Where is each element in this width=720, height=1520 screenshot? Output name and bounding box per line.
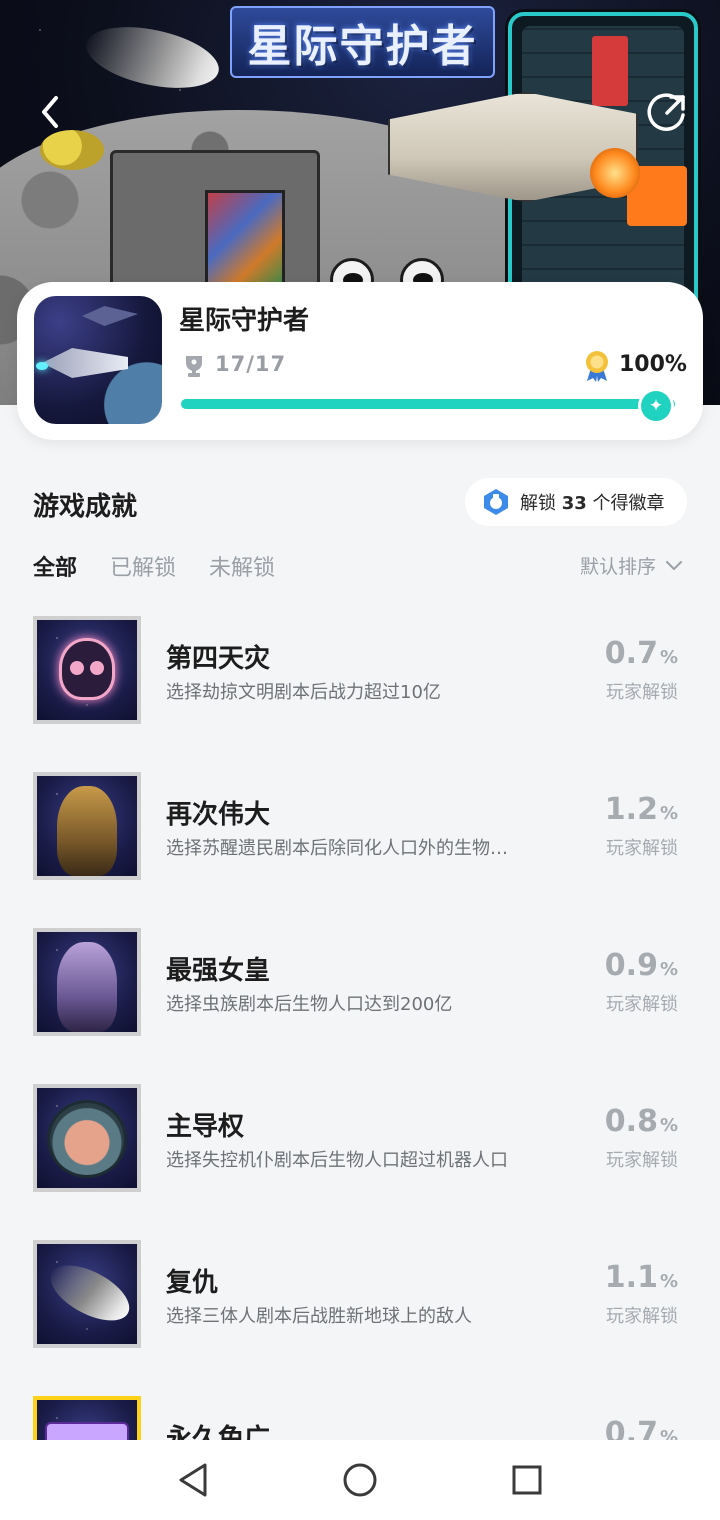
trophy-count: 17/17	[215, 352, 287, 376]
game-summary-card: 星际守护者 17/17 100% ✦	[17, 282, 703, 440]
tab-locked[interactable]: 未解锁	[209, 550, 275, 582]
sort-label: 默认排序	[580, 556, 657, 578]
badge-count: 33	[561, 493, 587, 514]
alien-queen-icon	[57, 942, 117, 1032]
achievement-title: 复仇	[166, 1268, 219, 1298]
achievement-list: 第四天灾 选择劫掠文明剧本后战力超过10亿 0.7% 玩家解锁 再次伟大 选择苏…	[0, 600, 720, 1440]
engine-glow	[590, 148, 640, 198]
medal-icon	[586, 351, 608, 382]
nav-home-button[interactable]	[335, 1455, 385, 1505]
square-recents-icon	[512, 1465, 542, 1495]
chevron-down-icon	[666, 560, 683, 570]
trophy-icon	[186, 356, 202, 377]
achievement-title: 永久免广	[166, 1424, 271, 1440]
alien-gold-icon	[57, 786, 117, 876]
chevron-left-icon	[42, 96, 58, 128]
helmet-brain-icon	[47, 1100, 127, 1178]
share-icon	[647, 93, 685, 131]
sparkle-icon: ✦	[641, 391, 671, 421]
achievement-title: 再次伟大	[166, 800, 271, 830]
progress-fill	[181, 399, 675, 409]
achievement-row[interactable]: 第四天灾 选择劫掠文明剧本后战力超过10亿 0.7% 玩家解锁	[0, 600, 720, 756]
achievement-thumb	[33, 1084, 141, 1192]
comet-icon	[42, 1254, 137, 1332]
achievement-desc: 选择劫掠文明剧本后战力超过10亿	[166, 682, 441, 703]
achievement-thumb	[33, 928, 141, 1036]
achievement-desc: 选择苏醒遗民剧本后除同化人口外的生物…	[166, 838, 508, 859]
achievement-thumb	[33, 1240, 141, 1348]
triangle-back-icon	[179, 1463, 207, 1497]
tab-all[interactable]: 全部	[33, 550, 77, 582]
game-icon[interactable]	[34, 296, 162, 424]
badge-unlock-pill[interactable]: 解锁 33 个得徽章	[465, 478, 687, 526]
achievement-row[interactable]: 最强女皇 选择虫族剧本后生物人口达到200亿 0.9% 玩家解锁	[0, 912, 720, 1068]
achievement-desc: 选择三体人剧本后战胜新地球上的敌人	[166, 1306, 472, 1327]
skull-icon	[59, 638, 115, 700]
achievement-desc: 选择失控机仆剧本后生物人口超过机器人口	[166, 1150, 508, 1171]
achievement-title: 最强女皇	[166, 956, 271, 986]
unlock-label: 玩家解锁	[606, 838, 678, 859]
mascot-illustration	[40, 130, 104, 170]
circle-home-icon	[343, 1463, 377, 1497]
achievement-row[interactable]: 主导权 选择失控机仆剧本后生物人口超过机器人口 0.8% 玩家解锁	[0, 1068, 720, 1224]
nav-back-button[interactable]	[168, 1455, 218, 1505]
banner-logo: 星际守护者	[230, 6, 495, 78]
badge-hex-icon	[484, 489, 508, 515]
achievement-row[interactable]: 再次伟大 选择苏醒遗民剧本后除同化人口外的生物… 1.2% 玩家解锁	[0, 756, 720, 912]
progress-bar	[181, 399, 675, 409]
achievement-desc: 选择虫族剧本后生物人口达到200亿	[166, 994, 453, 1015]
unlock-percent: 0.8%	[604, 1104, 678, 1139]
achievement-row[interactable]: 永久免广 0.7%	[0, 1380, 720, 1440]
unlock-percent: 1.1%	[604, 1260, 678, 1295]
unlock-label: 玩家解锁	[606, 994, 678, 1015]
unlock-percent: 1.2%	[604, 792, 678, 827]
unlock-label: 玩家解锁	[606, 1306, 678, 1327]
section-title: 游戏成就	[33, 492, 138, 522]
achievement-thumb	[33, 1396, 141, 1440]
unlock-label: 玩家解锁	[606, 682, 678, 703]
achievement-thumb	[33, 616, 141, 724]
achievement-title: 第四天灾	[166, 644, 271, 674]
achievement-row[interactable]: 复仇 选择三体人剧本后战胜新地球上的敌人 1.1% 玩家解锁	[0, 1224, 720, 1380]
ad-free-icon	[45, 1422, 129, 1440]
filter-tabs: 全部 已解锁 未解锁	[33, 550, 308, 582]
unlock-percent: 0.7%	[604, 1416, 678, 1440]
badge-suffix: 个得徽章	[586, 493, 665, 514]
game-title: 星际守护者	[179, 306, 310, 336]
achievement-thumb	[33, 772, 141, 880]
tab-unlocked[interactable]: 已解锁	[110, 550, 176, 582]
sort-dropdown[interactable]: 默认排序	[580, 552, 683, 579]
achievement-title: 主导权	[166, 1112, 245, 1142]
back-button[interactable]	[26, 88, 74, 136]
badge-prefix: 解锁	[520, 493, 562, 514]
nav-recents-button[interactable]	[502, 1455, 552, 1505]
completion-percent: 100%	[619, 352, 687, 377]
door-illustration	[205, 190, 285, 290]
share-button[interactable]	[644, 88, 692, 136]
system-nav-bar	[0, 1440, 720, 1520]
unlock-label: 玩家解锁	[606, 1150, 678, 1171]
unlock-percent: 0.9%	[604, 948, 678, 983]
unlock-percent: 0.7%	[604, 636, 678, 671]
